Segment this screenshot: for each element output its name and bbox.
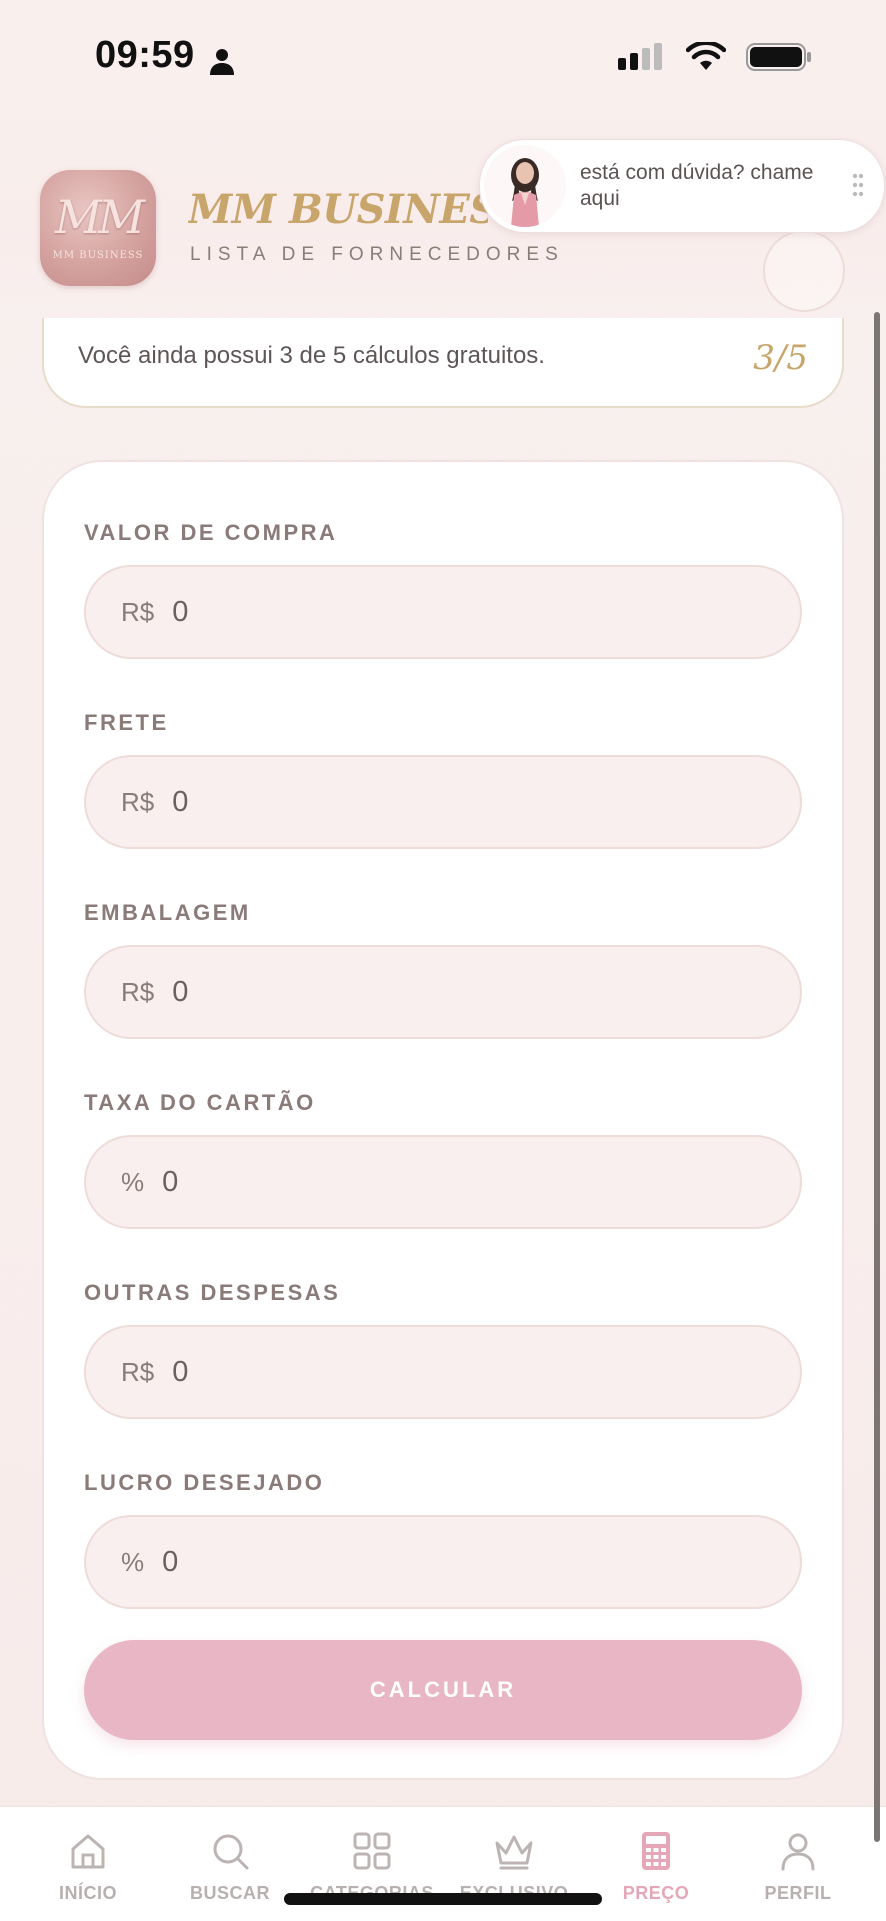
nav-label-profile: PERFIL [764,1883,832,1903]
shipping-value: 0 [172,785,189,818]
purchase-value-label: VALOR DE COMPRA [84,520,338,545]
packaging-label: EMBALAGEM [84,900,251,925]
scrollbar[interactable] [874,312,880,1842]
desired-profit-value: 0 [162,1545,179,1578]
status-bar: 09:59 [0,0,886,120]
nav-label-price: PREÇO [622,1883,690,1903]
home-icon [71,1834,105,1869]
person-icon [210,49,234,75]
calculate-button[interactable]: CALCULAR [84,1640,802,1740]
logo-mark: MM [54,190,145,244]
home-indicator[interactable] [284,1893,602,1905]
percent-prefix: % [121,1546,145,1577]
calculator-icon [642,1832,670,1870]
card-fee-label: TAXA DO CARTÃO [84,1090,316,1115]
wifi-icon [686,42,726,70]
crown-icon [495,1835,533,1870]
help-chat-text: está com dúvida? chame aqui [580,161,814,210]
packaging-value: 0 [172,975,189,1008]
nav-label-home: INÍCIO [58,1883,117,1903]
card-fee-input[interactable]: % 0 [84,1135,802,1229]
drag-handle-icon[interactable] [852,173,864,197]
purchase-value: 0 [172,595,189,628]
free-calculations-banner: Você ainda possui 3 de 5 cálculos gratui… [42,318,844,408]
card-fee-value: 0 [162,1165,179,1198]
other-expenses-label: OUTRAS DESPESAS [84,1280,341,1305]
currency-prefix: R$ [121,596,155,627]
brand-title: MM BUSINESS CL [188,186,488,233]
assistant-avatar-image [511,158,539,227]
free-calculations-text: Você ainda possui 3 de 5 cálculos gratui… [78,342,545,369]
nav-item-search[interactable]: BUSCAR [160,1829,300,1904]
header-action-button[interactable] [763,230,845,312]
search-icon [213,1834,249,1870]
other-expenses-value: 0 [172,1355,189,1388]
currency-prefix: R$ [121,976,155,1007]
assistant-avatar [484,145,566,227]
purchase-value-input[interactable]: R$ 0 [84,565,802,659]
help-chat-bubble[interactable]: está com dúvida? chame aqui [479,139,885,233]
nav-item-price[interactable]: PREÇO [586,1829,726,1904]
currency-prefix: R$ [121,1356,155,1387]
desired-profit-label: LUCRO DESEJADO [84,1470,325,1495]
status-indicators [618,42,812,72]
status-time: 09:59 [95,34,195,76]
signal-icon [618,43,662,70]
battery-icon [746,43,811,71]
other-expenses-input[interactable]: R$ 0 [84,1325,802,1419]
nav-item-profile[interactable]: PERFIL [728,1829,868,1904]
currency-prefix: R$ [121,786,155,817]
grid-icon [353,1832,391,1870]
brand-logo[interactable]: MM MM BUSINESS [40,170,156,286]
brand-subtitle: LISTA DE FORNECEDORES [190,244,564,265]
desired-profit-input[interactable]: % 0 [84,1515,802,1609]
shipping-input[interactable]: R$ 0 [84,755,802,849]
user-icon [781,1833,815,1871]
shipping-label: FRETE [84,710,169,735]
percent-prefix: % [121,1166,145,1197]
packaging-input[interactable]: R$ 0 [84,945,802,1039]
nav-item-home[interactable]: INÍCIO [18,1829,158,1904]
logo-subtext: MM BUSINESS [52,250,144,261]
nav-label-search: BUSCAR [189,1883,270,1903]
free-calculations-count: 3/5 [753,338,808,378]
